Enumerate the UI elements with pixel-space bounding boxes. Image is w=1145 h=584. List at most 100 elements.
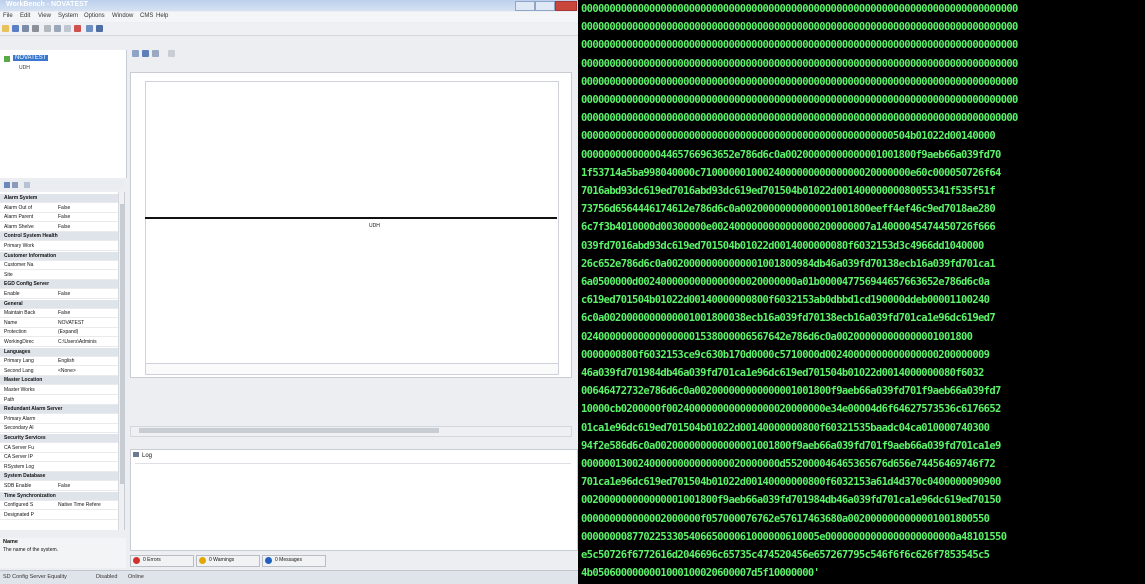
- menu-cms[interactable]: CMS: [140, 13, 153, 19]
- property-row[interactable]: Path: [0, 396, 118, 405]
- category-label: Languages: [4, 348, 31, 355]
- property-row[interactable]: CA Server Fu: [0, 444, 118, 453]
- close-button[interactable]: [555, 1, 577, 11]
- zoom-icon[interactable]: [132, 50, 139, 57]
- property-grid-scrollbar[interactable]: [118, 192, 124, 530]
- errors-filter-button[interactable]: 0 Errors: [130, 555, 194, 567]
- property-row[interactable]: Alarm Shelve False: [0, 223, 118, 232]
- property-value[interactable]: (Expand): [58, 329, 116, 335]
- property-row[interactable]: Secondary Al: [0, 424, 118, 434]
- diagram-horizontal-scrollbar[interactable]: [130, 426, 572, 437]
- property-category[interactable]: Time Synchronization: [0, 491, 118, 501]
- property-name: Enable: [4, 291, 20, 297]
- property-row[interactable]: Primary Lang English: [0, 357, 118, 367]
- property-row[interactable]: Designated P: [0, 511, 118, 520]
- pan-icon[interactable]: [168, 50, 175, 57]
- bus-label: UDH: [369, 223, 380, 229]
- property-name: RSystem Log: [4, 463, 35, 470]
- refresh-icon[interactable]: [152, 50, 159, 57]
- alphabetical-icon[interactable]: [12, 182, 18, 188]
- menu-edit[interactable]: Edit: [20, 13, 30, 19]
- property-row[interactable]: Second Lang <None>: [0, 367, 118, 376]
- property-value[interactable]: False: [58, 483, 116, 489]
- property-value[interactable]: <None>: [58, 368, 116, 374]
- cut-icon[interactable]: [44, 25, 51, 32]
- property-row[interactable]: Protection (Expand): [0, 328, 118, 338]
- diagram-title-block: [145, 363, 559, 375]
- category-label: Customer Information: [4, 252, 57, 259]
- errors-label: 0 Errors: [143, 557, 161, 563]
- property-category[interactable]: General: [0, 299, 118, 309]
- property-row[interactable]: Master Works: [0, 386, 118, 395]
- property-row[interactable]: Site: [0, 271, 118, 280]
- window-title: WorkBench - NOVATEST: [6, 1, 89, 8]
- save-icon[interactable]: [12, 25, 19, 32]
- property-name: Maintain Back: [4, 310, 36, 317]
- property-category[interactable]: Customer Information: [0, 251, 118, 261]
- menu-system[interactable]: System: [58, 13, 78, 19]
- property-category[interactable]: Security Services: [0, 434, 118, 443]
- property-row[interactable]: WorkingDirec C:\Users\Adminis: [0, 338, 118, 347]
- property-value[interactable]: False: [58, 205, 116, 211]
- copy-icon[interactable]: [54, 25, 61, 32]
- hex-line: 0000000000000000000000000000000000000000…: [581, 75, 1018, 88]
- property-row[interactable]: Enable False: [0, 290, 118, 299]
- property-row[interactable]: Alarm Out of False: [0, 204, 118, 213]
- network-diagram-canvas[interactable]: UDH: [130, 72, 572, 378]
- property-row[interactable]: SDB Enable False: [0, 482, 118, 491]
- property-category[interactable]: Control System Health: [0, 232, 118, 242]
- delete-icon[interactable]: [74, 25, 81, 32]
- menu-window[interactable]: Window: [112, 13, 133, 19]
- warning-icon: [199, 557, 206, 564]
- property-value[interactable]: C:\Users\Adminis: [58, 339, 116, 345]
- property-category[interactable]: Master Location: [0, 376, 118, 386]
- property-value[interactable]: Native Time Refere: [58, 502, 116, 508]
- property-category[interactable]: Redundant Alarm Server: [0, 405, 118, 415]
- property-value[interactable]: English: [58, 358, 116, 364]
- warnings-filter-button[interactable]: 0 Warnings: [196, 555, 260, 567]
- property-row[interactable]: Primary Alarm: [0, 415, 118, 424]
- property-category[interactable]: System Database: [0, 472, 118, 482]
- property-value[interactable]: False: [58, 310, 116, 316]
- minimize-button[interactable]: [515, 1, 535, 11]
- tree-node-child[interactable]: UDH: [19, 65, 30, 71]
- property-row[interactable]: Maintain Back False: [0, 309, 118, 319]
- menu-help[interactable]: Help: [156, 13, 168, 19]
- property-value[interactable]: NOVATEST: [58, 320, 116, 326]
- log-list[interactable]: [135, 463, 571, 544]
- property-row[interactable]: Primary Work: [0, 242, 118, 251]
- property-name: CA Server IP: [4, 454, 33, 461]
- property-row[interactable]: Name NOVATEST: [0, 319, 118, 328]
- properties-icon[interactable]: [96, 25, 103, 32]
- property-row[interactable]: Customer Na: [0, 261, 118, 271]
- menu-options[interactable]: Options: [84, 13, 105, 19]
- property-value[interactable]: False: [58, 291, 116, 297]
- open-icon[interactable]: [2, 25, 9, 32]
- property-row[interactable]: Alarm Parent False: [0, 213, 118, 223]
- menu-file[interactable]: File: [3, 13, 13, 19]
- property-row[interactable]: Configured S Native Time Refere: [0, 501, 118, 511]
- categorized-icon[interactable]: [4, 182, 10, 188]
- property-category[interactable]: Languages: [0, 347, 118, 357]
- scrollbar-thumb[interactable]: [139, 428, 439, 433]
- hex-line: 4b0506000000001000100020600007d5f1000000…: [581, 567, 820, 580]
- paste-icon[interactable]: [64, 25, 71, 32]
- messages-filter-button[interactable]: 0 Messages: [262, 555, 326, 567]
- property-value[interactable]: False: [58, 214, 116, 220]
- save-all-icon[interactable]: [22, 25, 29, 32]
- grid-icon[interactable]: [86, 25, 93, 32]
- tree-node-root[interactable]: NOVATEST: [13, 55, 49, 61]
- property-value[interactable]: False: [58, 224, 116, 230]
- property-category[interactable]: Alarm System: [0, 194, 118, 203]
- menu-view[interactable]: View: [38, 13, 51, 19]
- property-row[interactable]: CA Server IP: [0, 453, 118, 463]
- maximize-button[interactable]: [535, 1, 555, 11]
- zoom-fit-icon[interactable]: [142, 50, 149, 57]
- udh-network-bus[interactable]: [145, 217, 557, 219]
- print-icon[interactable]: [32, 25, 39, 32]
- property-row[interactable]: RSystem Log: [0, 463, 118, 472]
- hex-line: 0000000000000000000000000000000000000000…: [581, 112, 1018, 125]
- property-pages-icon[interactable]: [24, 182, 30, 188]
- property-category[interactable]: EGD Config Server: [0, 280, 118, 290]
- log-tab[interactable]: Log: [133, 452, 152, 459]
